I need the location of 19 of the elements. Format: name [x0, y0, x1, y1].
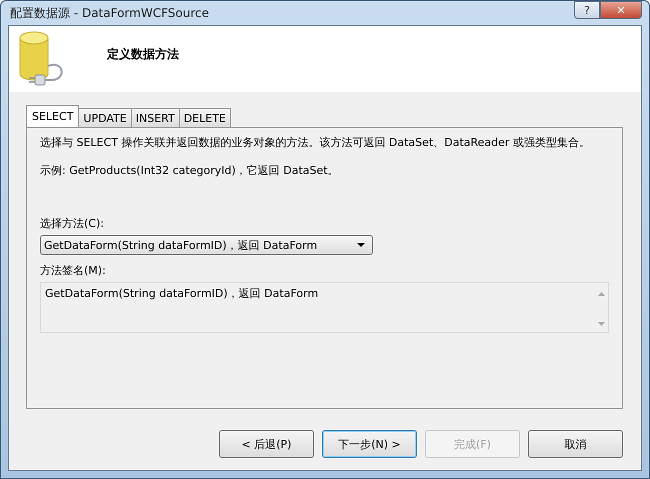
tab[interactable]: SELECT	[26, 105, 80, 127]
caret-icon	[357, 243, 365, 247]
method-dropdown[interactable]: GetDataForm(String dataFormID)，返回 DataForm	[40, 235, 373, 255]
wizard-button[interactable]: < 后退(P)	[219, 430, 314, 458]
tab[interactable]: UPDATE	[78, 108, 132, 127]
example-text: 示例: GetProducts(Int32 categoryId)，它返回 DataSet。	[40, 164, 340, 177]
wizard-button[interactable]: 下一步(N) >	[322, 430, 417, 458]
scroll-up-icon[interactable]	[598, 292, 604, 296]
field-label: 选择方法(C):	[40, 216, 105, 231]
page-heading: 定义数据方法	[107, 46, 179, 62]
signature-field[interactable]: GetDataForm(String dataFormID)，返回 DataForm	[40, 282, 609, 333]
description-text: 选择与 SELECT 操作关联并返回数据的业务对象的方法。该方法可返回 DataSet、DataReader 或强类型集合。	[40, 136, 591, 149]
window-title: 配置数据源 - DataFormWCFSource	[10, 4, 209, 22]
field-label: 方法签名(M):	[40, 263, 107, 278]
scroll-down-icon[interactable]	[598, 322, 604, 326]
help-button[interactable]: ?	[574, 1, 600, 19]
wizard-button[interactable]: 取消	[528, 430, 623, 458]
tab[interactable]: INSERT	[130, 108, 180, 127]
tab[interactable]: DELETE	[178, 108, 231, 127]
